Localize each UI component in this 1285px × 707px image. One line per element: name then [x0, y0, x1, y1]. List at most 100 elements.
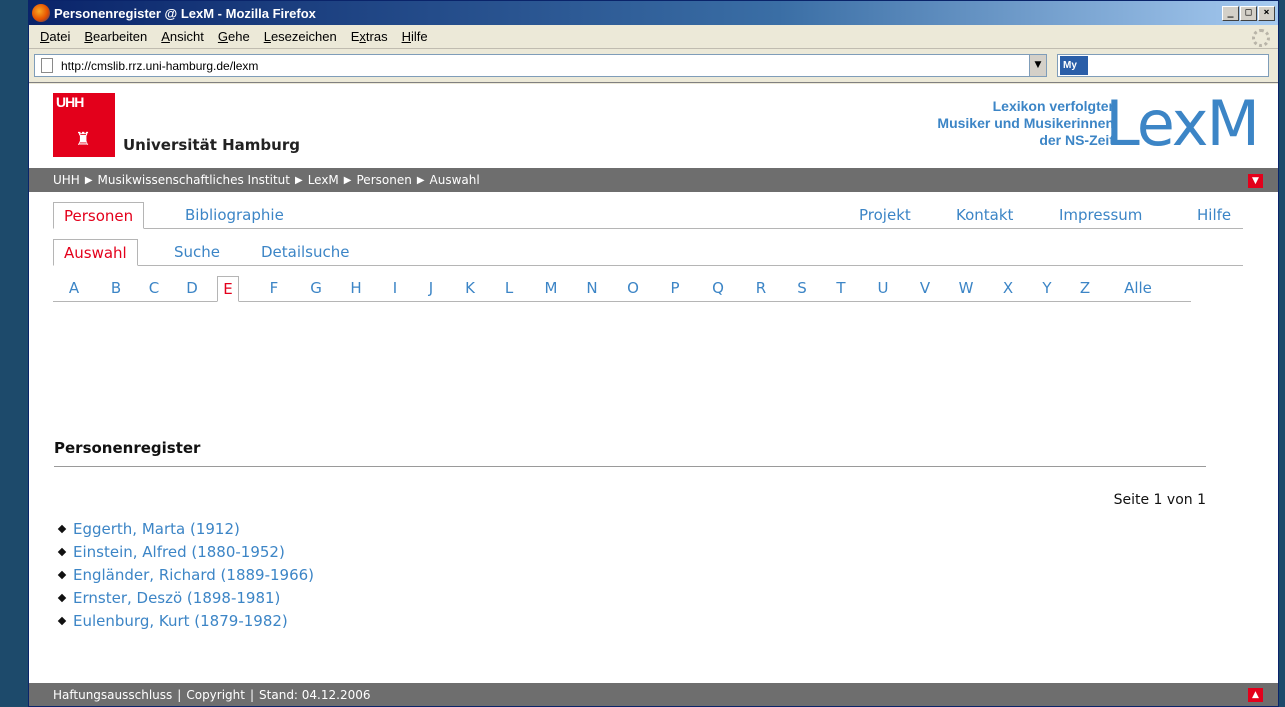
crumb-uhh[interactable]: UHH	[53, 173, 80, 187]
letter-h[interactable]: H	[345, 276, 367, 302]
chevron-up-icon[interactable]: ▲	[1248, 688, 1263, 702]
list-item: Eulenburg, Kurt (1879-1982)	[57, 609, 314, 632]
letter-o[interactable]: O	[622, 276, 644, 302]
lexikon-subtitle: Lexikon verfolgter Musiker und Musikerin…	[937, 98, 1114, 148]
letter-m[interactable]: M	[540, 276, 562, 302]
title-bar[interactable]: Personenregister @ LexM - Mozilla Firefo…	[29, 1, 1278, 25]
menu-ansicht[interactable]: Ansicht	[154, 29, 211, 44]
letter-s[interactable]: S	[791, 276, 813, 302]
letter-p[interactable]: P	[664, 276, 686, 302]
letter-d[interactable]: D	[181, 276, 203, 302]
main-tabs: Personen Bibliographie Projekt Kontakt I…	[53, 201, 1243, 229]
crumb-arrow-icon: ▶	[416, 174, 425, 186]
sub-tabs: Auswahl Suche Detailsuche	[53, 239, 1243, 266]
url-text: http://cmslib.rrz.uni-hamburg.de/lexm	[61, 58, 259, 73]
letter-i[interactable]: I	[384, 276, 406, 302]
tab-bibliographie[interactable]: Bibliographie	[175, 202, 294, 229]
menu-bearbeiten[interactable]: Bearbeiten	[77, 29, 154, 44]
tab-hilfe[interactable]: Hilfe	[1187, 202, 1241, 229]
menu-lesezeichen[interactable]: Lesezeichen	[257, 29, 344, 44]
tab-personen[interactable]: Personen	[53, 202, 145, 229]
menu-datei[interactable]: Datei	[33, 29, 77, 44]
letter-z[interactable]: Z	[1074, 276, 1096, 302]
crumb-arrow-icon: ▶	[84, 174, 93, 186]
tab-projekt[interactable]: Projekt	[849, 202, 921, 229]
letter-e[interactable]: E	[217, 276, 239, 302]
letter-f[interactable]: F	[263, 276, 285, 302]
footer-disclaimer-link[interactable]: Haftungsausschluss	[53, 688, 172, 702]
web-page: UHH ♜ Universität Hamburg Lexikon verfol…	[29, 84, 1278, 706]
url-input[interactable]: http://cmslib.rrz.uni-hamburg.de/lexm ▼	[34, 54, 1047, 77]
minimize-button[interactable]: _	[1222, 5, 1239, 21]
footer-copyright-link[interactable]: Copyright	[186, 688, 245, 702]
footer: Haftungsausschluss | Copyright | Stand: …	[29, 683, 1278, 706]
bullet-icon	[57, 616, 67, 625]
person-link[interactable]: Einstein, Alfred (1880-1952)	[73, 543, 285, 561]
letter-n[interactable]: N	[581, 276, 603, 302]
tab-impressum[interactable]: Impressum	[1049, 202, 1152, 229]
footer-stand: Stand: 04.12.2006	[259, 687, 371, 702]
crumb-lexm[interactable]: LexM	[308, 173, 339, 187]
close-button[interactable]: ×	[1258, 5, 1275, 21]
bullet-icon	[57, 570, 67, 579]
person-link[interactable]: Engländer, Richard (1889-1966)	[73, 566, 314, 584]
university-name[interactable]: Universität Hamburg	[123, 136, 300, 154]
window-title: Personenregister @ LexM - Mozilla Firefo…	[54, 5, 316, 21]
page-title: Personenregister	[54, 439, 201, 457]
crumb-arrow-icon: ▶	[343, 174, 352, 186]
letter-x[interactable]: X	[997, 276, 1019, 302]
letter-c[interactable]: C	[143, 276, 165, 302]
menu-gehe[interactable]: Gehe	[211, 29, 257, 44]
letter-alle[interactable]: Alle	[1116, 276, 1160, 302]
letter-t[interactable]: T	[830, 276, 852, 302]
person-link[interactable]: Ernster, Deszö (1898-1981)	[73, 589, 280, 607]
firefox-icon	[32, 4, 50, 22]
site-header: UHH ♜ Universität Hamburg Lexikon verfol…	[29, 84, 1278, 168]
crumb-auswahl: Auswahl	[429, 173, 480, 187]
footer-separator: |	[249, 687, 255, 702]
letter-b[interactable]: B	[105, 276, 127, 302]
letter-w[interactable]: W	[955, 276, 977, 302]
letter-r[interactable]: R	[750, 276, 772, 302]
list-item: Eggerth, Marta (1912)	[57, 517, 314, 540]
letter-q[interactable]: Q	[707, 276, 729, 302]
bullet-icon	[57, 524, 67, 533]
logo-text: UHH	[56, 94, 84, 110]
letter-a[interactable]: A	[63, 276, 85, 302]
letter-l[interactable]: L	[498, 276, 520, 302]
chevron-down-icon[interactable]: ▼	[1248, 174, 1263, 188]
lexm-logo[interactable]: LexM	[1105, 89, 1260, 159]
bullet-icon	[57, 547, 67, 556]
footer-separator: |	[177, 687, 182, 702]
search-engine-icon[interactable]: My	[1060, 56, 1088, 75]
maximize-button[interactable]: □	[1240, 5, 1257, 21]
letter-index: A B C D E F G H I J K L M N O P Q R S T U V W X Y Z Alle	[53, 276, 1191, 302]
tab-suche[interactable]: Suche	[164, 239, 230, 266]
search-input[interactable]: My	[1057, 54, 1269, 77]
tab-detailsuche[interactable]: Detailsuche	[251, 239, 360, 266]
letter-v[interactable]: V	[914, 276, 936, 302]
tab-kontakt[interactable]: Kontakt	[946, 202, 1023, 229]
menu-extras[interactable]: Extras	[344, 29, 395, 44]
list-item: Engländer, Richard (1889-1966)	[57, 563, 314, 586]
menu-hilfe[interactable]: Hilfe	[395, 29, 435, 44]
letter-k[interactable]: K	[459, 276, 481, 302]
letter-g[interactable]: G	[305, 276, 327, 302]
url-dropdown-icon[interactable]: ▼	[1029, 55, 1046, 76]
crumb-institut[interactable]: Musikwissenschaftliches Institut	[98, 173, 290, 187]
crumb-arrow-icon: ▶	[294, 174, 303, 186]
person-link[interactable]: Eggerth, Marta (1912)	[73, 520, 240, 538]
divider	[54, 466, 1206, 467]
person-list: Eggerth, Marta (1912) Einstein, Alfred (…	[57, 517, 314, 632]
address-bar: http://cmslib.rrz.uni-hamburg.de/lexm ▼ …	[29, 49, 1278, 83]
letter-j[interactable]: J	[420, 276, 442, 302]
crumb-personen[interactable]: Personen	[357, 173, 412, 187]
person-link[interactable]: Eulenburg, Kurt (1879-1982)	[73, 612, 288, 630]
letter-u[interactable]: U	[872, 276, 894, 302]
breadcrumb: UHH ▶ Musikwissenschaftliches Institut ▶…	[29, 168, 1278, 192]
pagination-info: Seite 1 von 1	[1113, 492, 1206, 508]
letter-y[interactable]: Y	[1036, 276, 1058, 302]
page-icon	[41, 58, 53, 73]
uhh-logo[interactable]: UHH ♜	[53, 93, 115, 157]
tab-auswahl[interactable]: Auswahl	[53, 239, 138, 266]
